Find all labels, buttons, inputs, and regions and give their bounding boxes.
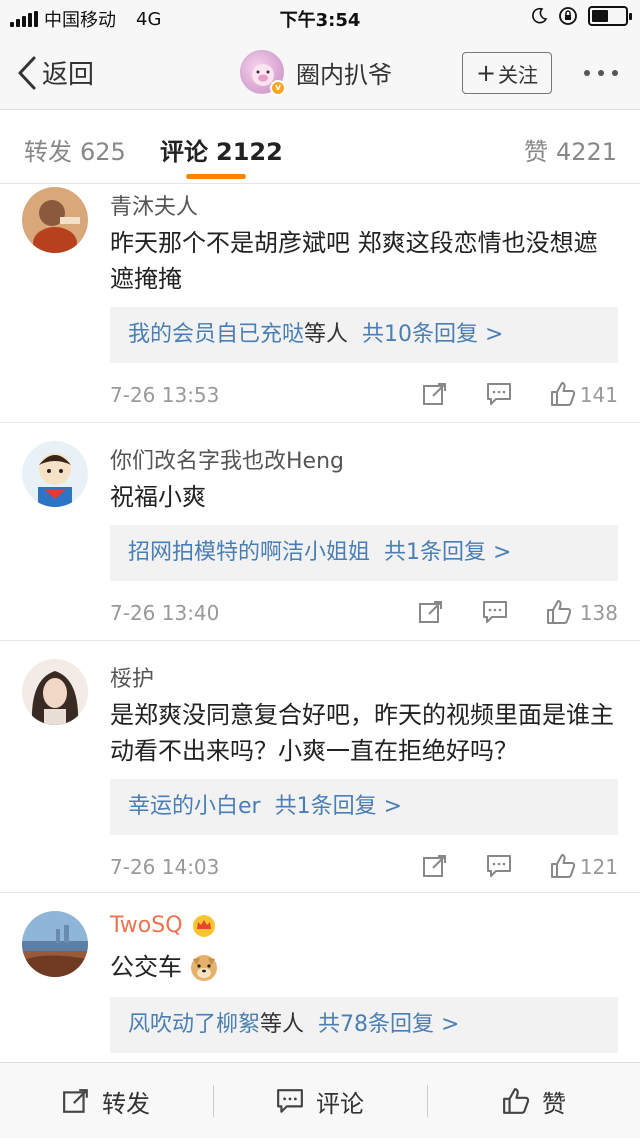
tab-likes[interactable]: 赞 4221 bbox=[524, 132, 617, 167]
replies-count[interactable]: 共10条回复 > bbox=[362, 322, 503, 347]
user-avatar[interactable] bbox=[22, 441, 88, 507]
comment-meta: 7-26 13:40 138 bbox=[110, 599, 618, 629]
like-button[interactable]: 赞 bbox=[428, 1063, 640, 1138]
follow-button[interactable]: + 关注 bbox=[462, 52, 552, 94]
replies-user[interactable]: 我的会员自已充哒 bbox=[128, 322, 304, 347]
tab-count: 2122 bbox=[216, 138, 283, 166]
user-avatar[interactable] bbox=[22, 659, 88, 725]
moon-icon bbox=[532, 7, 548, 24]
share-icon[interactable] bbox=[422, 381, 448, 407]
comment-item: 你们改名字我也改Heng 祝福小爽 招网拍模特的啊洁小姐姐 共1条回复 > 7-2… bbox=[0, 423, 640, 641]
rotation-lock-icon bbox=[559, 7, 577, 25]
reply-icon[interactable] bbox=[486, 381, 512, 407]
comment-item: 青沐夫人 昨天那个不是胡彦斌吧 郑爽这段恋情也没想遮遮掩掩 我的会员自已充哒等人… bbox=[0, 185, 640, 423]
comment-text: 公交车 bbox=[110, 953, 182, 981]
comment-time: 7-26 13:53 bbox=[110, 383, 220, 407]
comment-time: 7-26 14:03 bbox=[110, 855, 220, 879]
repost-label: 转发 bbox=[102, 1089, 150, 1118]
battery-icon bbox=[588, 6, 632, 26]
comment-time: 7-26 13:40 bbox=[110, 601, 220, 625]
account-header[interactable]: v 圈内扒爷 bbox=[240, 50, 392, 96]
nav-bar: 返回 v 圈内扒爷 + 关注 bbox=[0, 36, 640, 110]
comment-meta: 7-26 14:03 121 bbox=[110, 853, 618, 883]
follow-label: 关注 bbox=[498, 62, 539, 87]
replies-preview[interactable]: 招网拍模特的啊洁小姐姐 共1条回复 > bbox=[110, 525, 618, 581]
comment-meta: 7-26 13:53 141 bbox=[110, 381, 618, 411]
replies-user[interactable]: 风吹动了柳絮 bbox=[128, 1012, 260, 1037]
reply-icon[interactable] bbox=[486, 853, 512, 879]
comment-item: 桵护 是郑爽没同意复合好吧，昨天的视频里面是谁主动看不出来吗？小爽一直在拒绝好吗… bbox=[0, 641, 640, 893]
share-icon[interactable] bbox=[422, 853, 448, 879]
like-icon bbox=[503, 1088, 530, 1114]
replies-count[interactable]: 共1条回复 > bbox=[384, 540, 511, 565]
tab-reposts[interactable]: 转发 625 bbox=[24, 132, 126, 167]
replies-user[interactable]: 招网拍模特的啊洁小姐姐 bbox=[128, 540, 370, 565]
comment-username[interactable]: 桵护 bbox=[110, 661, 154, 693]
account-avatar: v bbox=[240, 50, 286, 96]
like-count: 121 bbox=[579, 855, 618, 879]
chevron-left-icon bbox=[18, 56, 36, 89]
replies-preview[interactable]: 我的会员自已充哒等人 共10条回复 > bbox=[110, 307, 618, 363]
tab-label: 转发 bbox=[24, 138, 72, 166]
tab-label: 赞 bbox=[524, 138, 548, 166]
like-count: 138 bbox=[579, 601, 618, 625]
comment-username[interactable]: TwoSQ bbox=[110, 913, 183, 938]
verified-badge-icon: v bbox=[270, 80, 286, 96]
user-avatar[interactable] bbox=[22, 911, 88, 977]
comment-text: 是郑爽没同意复合好吧，昨天的视频里面是谁主动看不出来吗？小爽一直在拒绝好吗？ bbox=[110, 701, 614, 765]
like-icon[interactable] bbox=[546, 599, 572, 625]
comment-text-row: 公交车 bbox=[110, 949, 620, 985]
tab-comments[interactable]: 评论 2122 bbox=[160, 132, 283, 167]
bottom-toolbar: 转发 评论 赞 bbox=[0, 1062, 640, 1138]
tab-bar: 转发 625 评论 2122 赞 4221 bbox=[0, 110, 640, 184]
plus-icon: + bbox=[475, 59, 497, 87]
doge-emoji-icon bbox=[191, 955, 217, 981]
share-icon[interactable] bbox=[418, 599, 444, 625]
comment-list: 青沐夫人 昨天那个不是胡彦斌吧 郑爽这段恋情也没想遮遮掩掩 我的会员自已充哒等人… bbox=[0, 185, 640, 1073]
tab-count: 625 bbox=[80, 138, 126, 166]
account-name: 圈内扒爷 bbox=[296, 60, 392, 89]
like-label: 赞 bbox=[542, 1089, 566, 1118]
like-icon[interactable] bbox=[550, 381, 576, 407]
comment-button[interactable]: 评论 bbox=[214, 1063, 426, 1138]
back-button[interactable]: 返回 bbox=[16, 54, 94, 91]
like-icon[interactable] bbox=[550, 853, 576, 879]
reply-icon[interactable] bbox=[482, 599, 508, 625]
comment-text: 昨天那个不是胡彦斌吧 郑爽这段恋情也没想遮遮掩掩 bbox=[110, 229, 598, 293]
tab-label: 评论 bbox=[160, 138, 208, 166]
tab-count: 4221 bbox=[556, 138, 618, 166]
comment-username[interactable]: 青沐夫人 bbox=[110, 189, 198, 221]
share-icon bbox=[63, 1089, 88, 1113]
active-tab-indicator bbox=[186, 174, 246, 179]
replies-suffix: 等人 bbox=[260, 1012, 305, 1037]
like-count: 141 bbox=[579, 383, 618, 407]
comment-username[interactable]: 你们改名字我也改Heng bbox=[110, 443, 344, 475]
comment-text: 祝福小爽 bbox=[110, 483, 206, 511]
comment-label: 评论 bbox=[316, 1089, 364, 1118]
comment-username-row: TwoSQ bbox=[110, 913, 217, 938]
repost-button[interactable]: 转发 bbox=[0, 1063, 212, 1138]
crown-icon bbox=[192, 914, 215, 937]
comment-icon bbox=[277, 1089, 303, 1113]
back-label: 返回 bbox=[42, 60, 95, 90]
comment-item: TwoSQ 公交车 风吹动了柳絮等人 共78条回复 > bbox=[0, 893, 640, 1073]
user-avatar[interactable] bbox=[22, 187, 88, 253]
replies-preview[interactable]: 风吹动了柳絮等人 共78条回复 > bbox=[110, 997, 618, 1053]
replies-suffix: 等人 bbox=[304, 322, 349, 347]
status-bar: 中国移动 4G 下午3:54 bbox=[0, 0, 640, 36]
more-options-button[interactable] bbox=[584, 70, 618, 76]
replies-count[interactable]: 共1条回复 > bbox=[275, 794, 402, 819]
replies-user[interactable]: 幸运的小白er bbox=[128, 794, 261, 819]
replies-preview[interactable]: 幸运的小白er 共1条回复 > bbox=[110, 779, 618, 835]
replies-count[interactable]: 共78条回复 > bbox=[318, 1012, 459, 1037]
